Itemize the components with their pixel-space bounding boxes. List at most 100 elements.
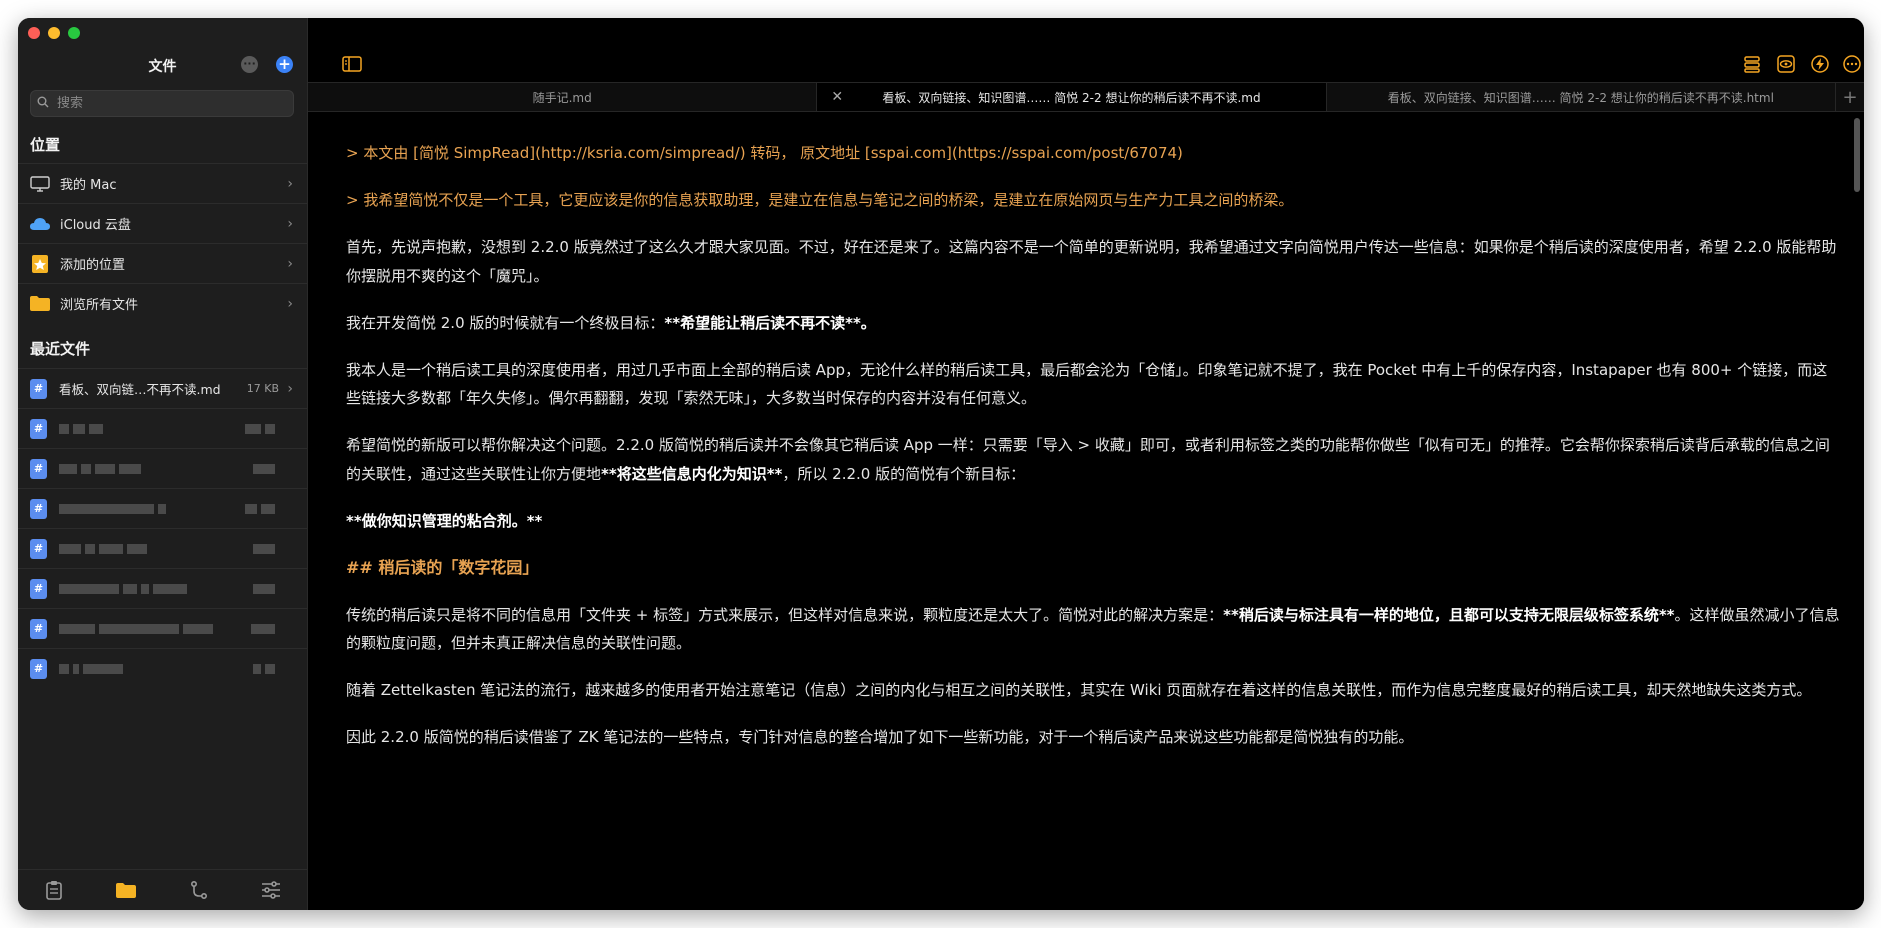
preview-eye-icon[interactable] — [1776, 54, 1796, 74]
markdown-file-icon: # — [30, 538, 47, 559]
markdown-file-icon: # — [30, 378, 47, 399]
redacted-text — [59, 463, 141, 474]
markdown-file-icon: # — [30, 658, 47, 679]
markdown-file-icon: # — [30, 458, 47, 479]
chevron-right-icon: › — [287, 255, 293, 272]
sidebar-title: 文件 — [148, 59, 177, 75]
close-window-button[interactable] — [28, 27, 40, 39]
paragraph: 传统的稍后读只是将不同的信息用「文件夹 + 标签」方式来展示，但这样对信息来说，… — [346, 601, 1841, 658]
app-window: 文件 ··· + 位置 我的 Mac › iCloud 云盘 — [18, 18, 1864, 910]
markdown-file-icon: # — [30, 498, 47, 519]
recent-file-item-redacted[interactable]: # — [18, 448, 307, 488]
branch-icon[interactable] — [188, 879, 210, 901]
recent-file-name: 看板、双向链…不再不读.md — [59, 382, 221, 397]
recent-file-item-redacted[interactable]: # — [18, 568, 307, 608]
more-options-icon[interactable]: ··· — [241, 56, 258, 73]
bold-text: **将这些信息内化为知识** — [601, 464, 783, 483]
bold-paragraph: **做你知识管理的粘合剂。** — [346, 511, 543, 530]
location-icloud[interactable]: iCloud 云盘 › — [18, 203, 307, 243]
paragraph: 我本人是一个稍后读工具的深度使用者，用过几乎市面上全部的稍后读 App，无论什么… — [346, 360, 1828, 408]
chevron-right-icon: › — [287, 380, 293, 397]
location-added[interactable]: 添加的位置 › — [18, 243, 307, 283]
redacted-text — [59, 503, 166, 514]
location-list: 我的 Mac › iCloud 云盘 › 添加的位置 › 浏览所有文件 › — [18, 163, 307, 323]
outline-icon[interactable] — [1742, 54, 1762, 74]
cloud-icon — [28, 217, 52, 231]
folder-icon — [28, 295, 52, 312]
redacted-text — [59, 423, 103, 434]
location-header: 位置 — [30, 136, 61, 154]
toolbar — [308, 18, 1864, 82]
folder-tab-icon[interactable] — [115, 879, 137, 901]
editor-scrollbar[interactable] — [1854, 118, 1860, 192]
markdown-editor[interactable]: > 本文由 [简悦 SimpRead](http://ksria.com/sim… — [308, 111, 1850, 910]
zoom-window-button[interactable] — [68, 27, 80, 39]
text: 希望简悦的新版可以帮你解决这个问题。2.2.0 版简悦的稍后读并不会像其它稍后读… — [346, 436, 1830, 483]
bold-text: **希望能让稍后读不再不读**。 — [664, 313, 876, 332]
sidebar-toggle-icon[interactable] — [342, 54, 362, 74]
search-icon — [37, 96, 55, 111]
redacted-text — [253, 663, 275, 674]
tab-html[interactable]: 看板、双向链接、知识图谱…… 简悦 2-2 想让你的稍后读不再不读.html — [1327, 83, 1836, 111]
recent-file-item-redacted[interactable]: # — [18, 608, 307, 648]
close-tab-icon[interactable]: ✕ — [831, 89, 843, 105]
paragraph: 我在开发简悦 2.0 版的时候就有一个终极目标：**希望能让稍后读不再不读**。 — [346, 309, 1841, 338]
markdown-file-icon: # — [30, 578, 47, 599]
monitor-icon — [28, 175, 52, 192]
add-icon[interactable]: + — [276, 56, 293, 73]
recent-file-item-redacted[interactable]: # — [18, 408, 307, 448]
paragraph: 随着 Zettelkasten 笔记法的流行，越来越多的使用者开始注意笔记（信息… — [346, 681, 1812, 699]
chevron-right-icon: › — [287, 215, 293, 232]
text: 传统的稍后读只是将不同的信息用「文件夹 + 标签」方式来展示，但这样对信息来说，… — [346, 605, 1224, 624]
markdown-file-icon: # — [30, 618, 47, 639]
more-options-icon[interactable] — [1842, 54, 1862, 74]
redacted-text — [59, 623, 213, 634]
tab-quick-notes[interactable]: 随手记.md — [308, 83, 818, 111]
recent-file-item[interactable]: # 看板、双向链…不再不读.md 17 KB › — [18, 368, 307, 408]
recent-file-item-redacted[interactable]: # — [18, 528, 307, 568]
text: ，所以 2.2.0 版的简悦有个新目标： — [782, 464, 1026, 483]
location-label: 添加的位置 — [60, 258, 126, 273]
settings-sliders-icon[interactable] — [260, 879, 282, 901]
heading-2: ## 稍后读的「数字花园」 — [346, 557, 539, 577]
file-size: 17 KB — [246, 382, 279, 395]
location-my-mac[interactable]: 我的 Mac › — [18, 163, 307, 203]
chevron-right-icon: › — [287, 295, 293, 312]
redacted-text — [251, 623, 275, 634]
bold-text: **稍后读与标注具有一样的地位，且都可以支持无限层级标签系统** — [1223, 605, 1675, 624]
recent-header: 最近文件 — [30, 340, 91, 358]
redacted-text — [253, 543, 275, 554]
search-input[interactable] — [55, 95, 279, 112]
recent-file-item-redacted[interactable]: # — [18, 648, 307, 688]
tab-label: 随手记.md — [532, 90, 592, 105]
tab-active-md[interactable]: ✕ 看板、双向链接、知识图谱…… 简悦 2-2 想让你的稍后读不再不读.md — [817, 83, 1327, 111]
new-tab-icon[interactable]: + — [1836, 83, 1864, 111]
search-box[interactable] — [30, 90, 294, 117]
redacted-text — [253, 583, 275, 594]
recent-file-list: # 看板、双向链…不再不读.md 17 KB › # # # # # # # — [18, 368, 307, 688]
redacted-text — [59, 583, 187, 594]
markdown-file-icon: # — [30, 418, 47, 439]
tab-label: 看板、双向链接、知识图谱…… 简悦 2-2 想让你的稍后读不再不读.md — [882, 90, 1261, 105]
recent-file-item-redacted[interactable]: # — [18, 488, 307, 528]
redacted-text — [59, 663, 123, 674]
tab-label: 看板、双向链接、知识图谱…… 简悦 2-2 想让你的稍后读不再不读.html — [1387, 90, 1774, 105]
location-label: iCloud 云盘 — [60, 218, 131, 233]
paragraph: 希望简悦的新版可以帮你解决这个问题。2.2.0 版简悦的稍后读并不会像其它稍后读… — [346, 431, 1841, 488]
redacted-text — [59, 543, 147, 554]
window-controls — [28, 27, 80, 39]
location-browse-all[interactable]: 浏览所有文件 › — [18, 283, 307, 323]
text: 我在开发简悦 2.0 版的时候就有一个终极目标： — [346, 313, 665, 332]
chevron-right-icon: › — [287, 175, 293, 192]
main-area: 随手记.md ✕ 看板、双向链接、知识图谱…… 简悦 2-2 想让你的稍后读不再… — [308, 18, 1864, 910]
lightning-icon[interactable] — [1810, 54, 1830, 74]
sidebar: 文件 ··· + 位置 我的 Mac › iCloud 云盘 — [18, 18, 308, 910]
redacted-text — [253, 463, 275, 474]
location-label: 浏览所有文件 — [60, 298, 139, 313]
paragraph: 因此 2.2.0 版简悦的稍后读借鉴了 ZK 笔记法的一些特点，专门针对信息的整… — [346, 728, 1414, 746]
minimize-window-button[interactable] — [48, 27, 60, 39]
clipboard-icon[interactable] — [43, 879, 65, 901]
redacted-text — [245, 503, 275, 514]
blockquote-intro: > 我希望简悦不仅是一个工具，它更应该是你的信息获取助理，是建立在信息与笔记之间… — [346, 191, 1294, 209]
blockquote-source: > 本文由 [简悦 SimpRead](http://ksria.com/sim… — [346, 144, 1183, 162]
